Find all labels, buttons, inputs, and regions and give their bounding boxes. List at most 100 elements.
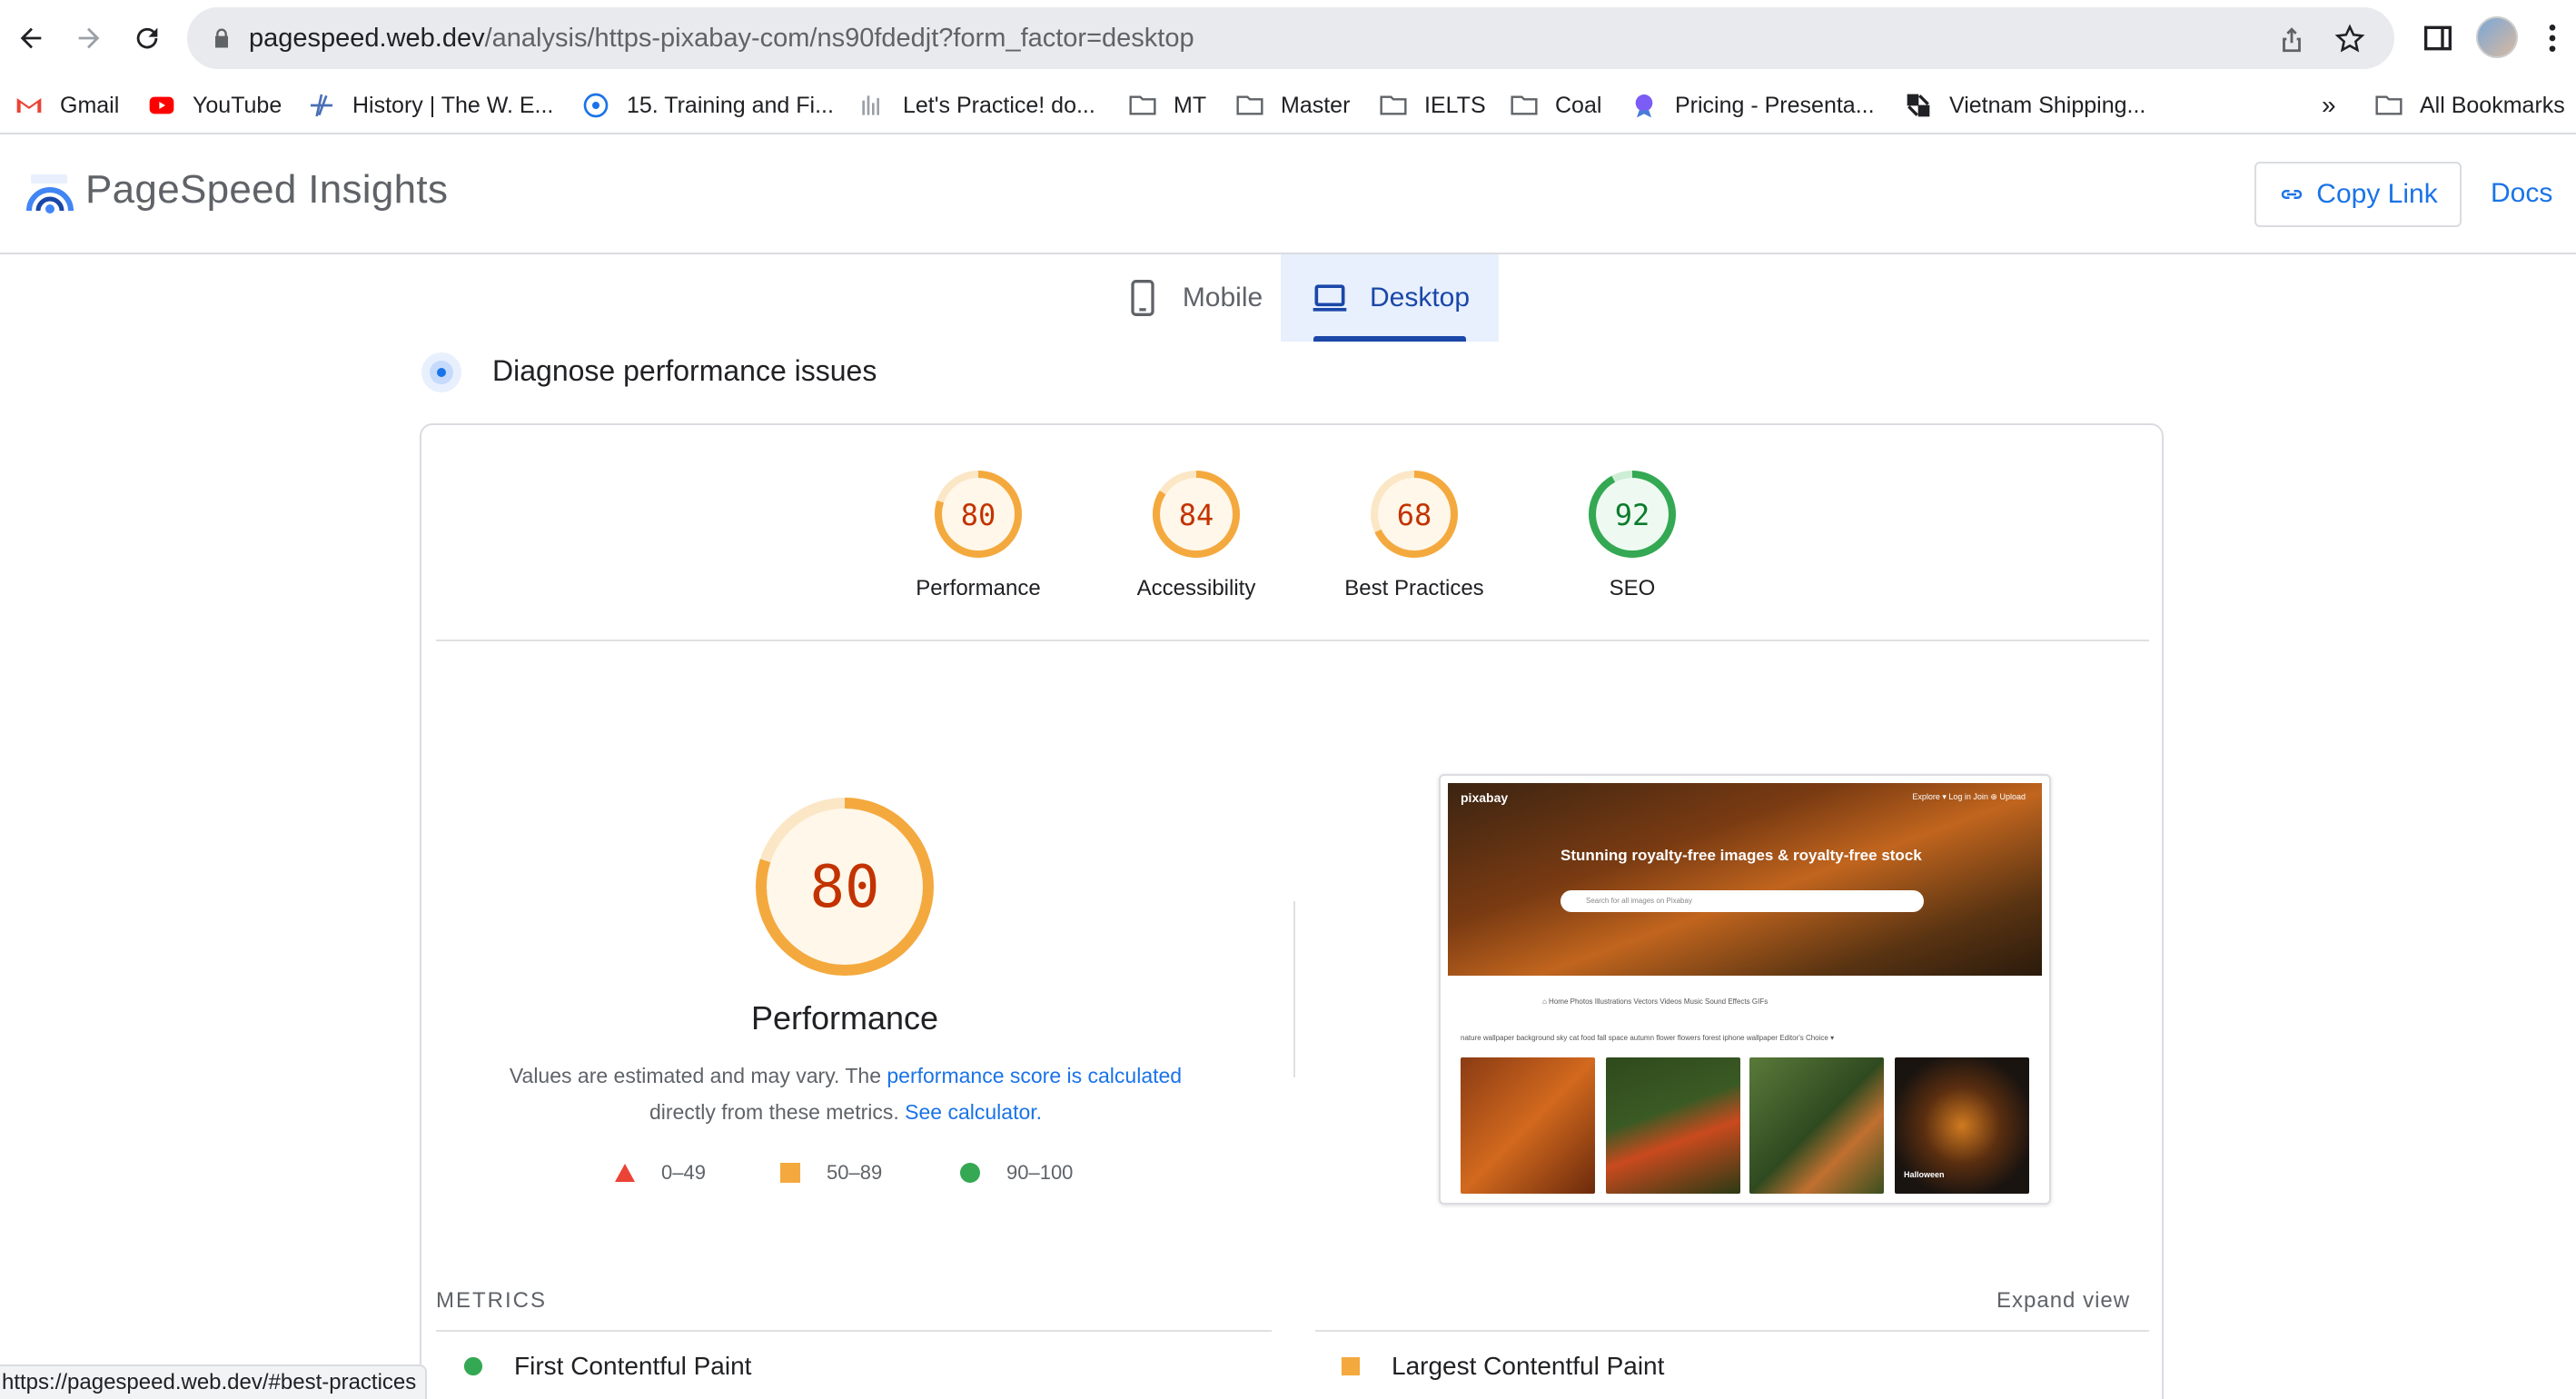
copy-link-label: Copy Link [2316,179,2438,209]
gauge-ring: 68 [1371,471,1458,558]
final-screenshot[interactable]: pixabay Explore ▾ Log in Join ⊕ Upload S… [1439,774,2051,1205]
phone-icon [1131,280,1154,316]
bookmark-folder-master[interactable]: Master [1235,76,1350,134]
note-text: directly from these metrics. [649,1100,906,1124]
presentation-site-icon [1630,91,1659,120]
triangle-icon [615,1164,635,1182]
tab-active-indicator [1313,336,1466,342]
legend-fail: 0–49 [614,1161,706,1185]
bookmark-label: Let's Practice! do... [903,92,1095,118]
gauge-ring: 84 [1153,471,1240,558]
score-calculated-link[interactable]: performance score is calculated [887,1064,1182,1087]
pagespeed-logo-icon[interactable] [25,171,74,220]
metrics-heading: METRICS [436,1288,547,1313]
avatar[interactable] [2476,16,2518,58]
divider [436,640,2149,641]
bookmark-label: History | The W. E... [352,92,554,118]
square-icon [780,1163,800,1183]
all-bookmarks-label: All Bookmarks [2420,92,2565,118]
tab-desktop-label: Desktop [1369,283,1471,313]
screenshot-chips: ⌂ Home Photos Illustrations Vectors Vide… [1542,997,1769,1006]
legend-range: 50–89 [827,1161,883,1184]
status-bar-url: https://pagespeed.web.dev/#best-practice… [0,1364,428,1399]
screenshot-thumb: Halloween [1895,1057,2029,1194]
url-host: pagespeed.web.dev [249,24,485,53]
diagnose-heading: Diagnose performance issues [492,354,877,387]
bookmark-label: Gmail [60,92,120,118]
circle-icon [463,1356,483,1376]
screenshot-tags: nature wallpaper background sky cat food… [1461,1034,1835,1042]
more-menu-icon[interactable] [2534,20,2571,56]
url-text: pagespeed.web.dev/analysis/https-pixabay… [249,7,1194,69]
performance-label: Performance [750,999,939,1037]
metric-name: First Contentful Paint [514,1352,752,1380]
star-icon[interactable] [2334,24,2365,55]
gauge-value: 92 [1615,498,1650,532]
bookmark-pricing[interactable]: Pricing - Presenta... [1630,76,1875,134]
legend-range: 0–49 [661,1161,706,1184]
legend-average: 50–89 [779,1161,882,1185]
report-card: 80 Performance 84 Accessibility 68 Best … [420,423,2164,1399]
address-bar[interactable]: pagespeed.web.dev/analysis/https-pixabay… [187,7,2394,69]
tab-mobile-label: Mobile [1182,283,1263,313]
history-site-icon [307,91,336,120]
bookmark-label: YouTube [193,92,282,118]
bookmark-practice[interactable]: Let's Practice! do... [857,76,1095,134]
divider [436,1330,1272,1332]
bookmark-folder-mt[interactable]: MT [1128,76,1206,134]
bookmark-training[interactable]: 15. Training and Fi... [581,76,834,134]
gauge-label: Performance [916,576,1041,600]
see-calculator-link[interactable]: See calculator. [905,1100,1042,1124]
laptop-icon [1313,284,1347,312]
bookmark-label: Master [1281,92,1351,118]
tab-mobile[interactable]: Mobile [1105,254,1281,342]
bookmark-vietnam-shipping[interactable]: Vietnam Shipping... [1904,76,2145,134]
divider [1293,901,1295,1077]
diagnose-icon [421,352,461,392]
bookmark-youtube[interactable]: YouTube [147,76,282,134]
forward-button[interactable] [67,16,111,60]
gauge-seo[interactable]: 92 SEO [1532,469,1732,601]
back-button[interactable] [9,16,53,60]
bookmark-folder-ielts[interactable]: IELTS [1379,76,1486,134]
expand-view-button[interactable]: Expand view [1996,1288,2130,1314]
bookmark-label: MT [1174,92,1207,118]
screenshot-headline: Stunning royalty-free images & royalty-f… [1560,847,1922,864]
psi-header: PageSpeed Insights Copy Link Docs [0,134,2576,254]
all-bookmarks-button[interactable]: All Bookmarks [2374,76,2565,134]
gauge-value: 80 [961,498,996,532]
reload-button[interactable] [125,16,169,60]
gauge-ring: 80 [935,471,1022,558]
bookmark-folder-coal[interactable]: Coal [1510,76,1601,134]
side-panel-icon[interactable] [2420,20,2456,56]
gauge-performance[interactable]: 80 Performance [878,469,1078,601]
gauge-ring: 92 [1589,471,1676,558]
gauge-accessibility[interactable]: 84 Accessibility [1096,469,1296,601]
shipping-site-icon [1904,91,1933,120]
youtube-icon [147,91,176,120]
bookmarks-bar: Gmail YouTube History | The W. E... 15. … [0,76,2576,134]
url-path: /analysis/https-pixabay-com/ns90fdedjt?f… [484,24,1194,53]
bookmark-label: Pricing - Presenta... [1675,92,1875,118]
divider [1315,1330,2149,1332]
gauge-label: SEO [1609,576,1656,600]
bookmark-gmail[interactable]: Gmail [15,76,119,134]
folder-icon [1510,91,1539,120]
docs-link[interactable]: Docs [2491,178,2552,209]
arrow-right-icon [78,27,100,49]
bookmarks-overflow-button[interactable]: » [2322,76,2336,134]
bookmark-label: 15. Training and Fi... [627,92,834,118]
legend-pass: 90–100 [959,1161,1073,1185]
bookmark-label: Vietnam Shipping... [1949,92,2146,118]
tab-desktop[interactable]: Desktop [1281,254,1499,342]
screenshot-logo: pixabay [1461,790,1509,805]
copy-link-button[interactable]: Copy Link [2254,162,2462,227]
share-icon[interactable] [2276,24,2307,55]
gauge-best-practices[interactable]: 68 Best Practices [1314,469,1514,601]
page-title[interactable]: PageSpeed Insights [85,167,448,213]
circle-icon [960,1163,980,1183]
arrow-left-icon [20,27,42,49]
screenshot-hero: pixabay Explore ▾ Log in Join ⊕ Upload S… [1448,783,2042,976]
bookmark-history[interactable]: History | The W. E... [307,76,553,134]
gauge-label: Best Practices [1344,576,1484,600]
